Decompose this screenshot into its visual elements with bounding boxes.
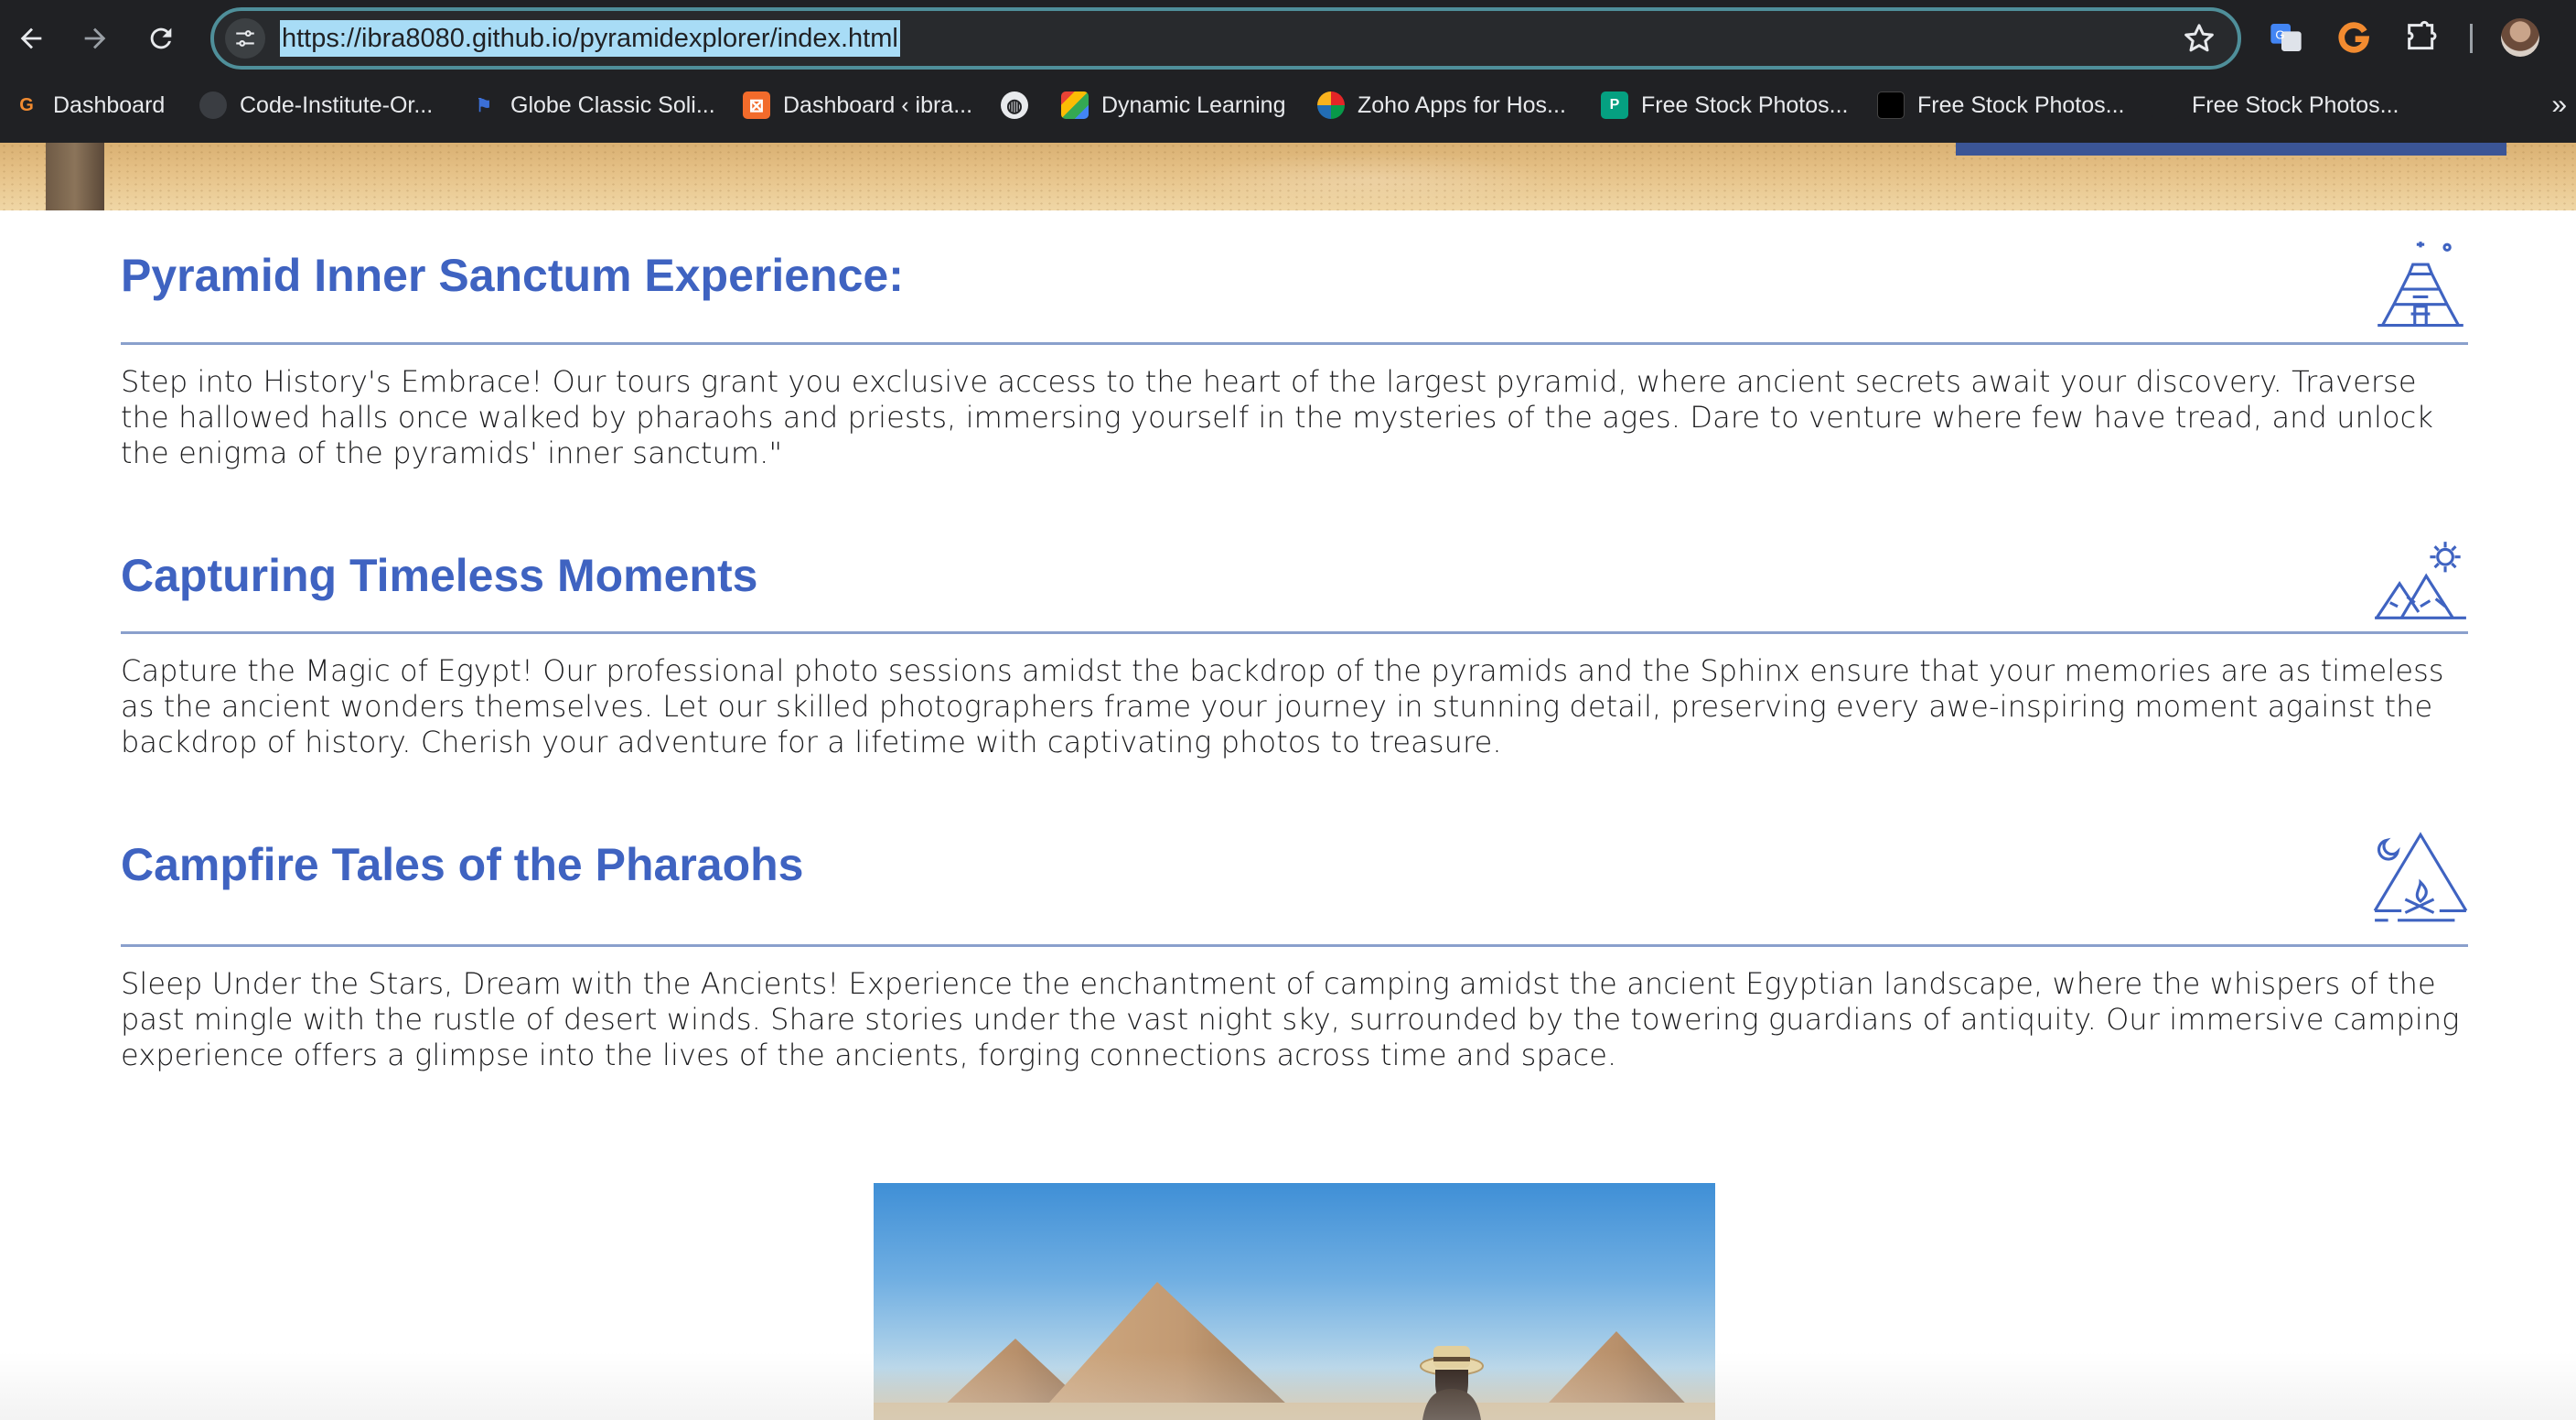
flag-icon: ⚑ xyxy=(476,95,492,116)
bookmark-item[interactable]: Code-Institute-Or... xyxy=(199,81,433,130)
bookmarks-bar: G Dashboard Code-Institute-Or... ⚑ Globe Cla… xyxy=(0,81,2576,130)
tent-campfire-icon xyxy=(2373,829,2468,924)
bookmark-item[interactable]: ⊠ Dashboard ‹ ibra... xyxy=(743,81,972,130)
pyramids-photo-art xyxy=(874,1282,1715,1420)
translate-icon: G xyxy=(2270,24,2302,51)
bookmark-label: Dashboard ‹ ibra... xyxy=(783,91,973,118)
arrow-left-icon xyxy=(20,27,42,49)
g-logo-icon xyxy=(2338,22,2370,53)
hero-button-edge[interactable] xyxy=(1956,143,2506,156)
reload-icon xyxy=(150,27,172,49)
bookmark-label: Dynamic Learning xyxy=(1101,91,1286,118)
section-body: Sleep Under the Stars, Dream with the An… xyxy=(121,966,2460,1072)
bookmarks-overflow-button[interactable]: » xyxy=(2551,81,2567,130)
pyramids-sun-icon xyxy=(2373,540,2468,635)
github-icon xyxy=(199,91,227,119)
service-section-inner-sanctum: Pyramid Inner Sanctum Experience: Step i… xyxy=(121,240,2468,485)
reload-button[interactable] xyxy=(135,13,187,64)
puzzle-icon xyxy=(2408,20,2437,50)
globe-icon: ◍ xyxy=(1001,91,1028,119)
pyramids-photo xyxy=(874,1183,1715,1420)
profile-avatar[interactable] xyxy=(2501,18,2539,57)
bookmark-item[interactable]: Dynamic Learning xyxy=(1061,81,1286,130)
step-pyramid-icon xyxy=(2373,240,2468,335)
forward-button[interactable] xyxy=(70,13,121,64)
service-section-camping: Campfire Tales of the Pharaohs Sleep Und… xyxy=(121,829,2468,1085)
grammarly-extension-button[interactable] xyxy=(2333,16,2375,59)
address-bar[interactable]: https://ibra8080.github.io/pyramidexplor… xyxy=(210,7,2241,70)
section-title: Capturing Timeless Moments xyxy=(121,550,758,601)
svg-text:G: G xyxy=(2275,28,2284,42)
bookmark-label: Free Stock Photos... xyxy=(1917,91,2125,118)
bookmark-label: Dashboard xyxy=(53,91,166,118)
tune-icon xyxy=(236,30,254,47)
translate-extension-button[interactable]: G xyxy=(2265,16,2307,59)
service-section-photo-sessions: Capturing Timeless Moments Capture the M… xyxy=(121,540,2468,769)
section-divider xyxy=(121,342,2468,345)
bookmark-label: Globe Classic Soli... xyxy=(510,91,715,118)
site-info-button[interactable] xyxy=(225,18,265,59)
browser-chrome: https://ibra8080.github.io/pyramidexplor… xyxy=(0,0,2576,143)
section-divider xyxy=(121,944,2468,947)
arrow-right-icon xyxy=(84,27,106,49)
bookmark-item[interactable]: ⚑ Globe Classic Soli... xyxy=(470,81,715,130)
bookmark-item[interactable]: G Dashboard xyxy=(13,81,165,130)
section-body: Capture the Magic of Egypt! Our professi… xyxy=(121,653,2444,759)
bookmark-item[interactable]: Free Stock Photos... xyxy=(1877,81,2125,130)
section-title: Campfire Tales of the Pharaohs xyxy=(121,839,804,890)
zoho-icon xyxy=(1317,91,1345,119)
toolbar-divider xyxy=(2470,24,2473,53)
g-logo-icon: G xyxy=(19,94,34,115)
hero-image-strip xyxy=(0,143,2576,210)
url-text[interactable]: https://ibra8080.github.io/pyramidexplor… xyxy=(280,20,900,57)
pexels-icon: P xyxy=(1601,91,1628,119)
extensions-button[interactable] xyxy=(2400,16,2442,59)
bookmark-label: Free Stock Photos... xyxy=(1641,91,1849,118)
bookmark-label: Code-Institute-Or... xyxy=(240,91,434,118)
bookmark-label: Free Stock Photos... xyxy=(2192,91,2399,118)
bookmark-item[interactable]: Free Stock Photos... xyxy=(2152,81,2399,130)
dots-icon xyxy=(1061,91,1089,119)
bookmark-star-icon[interactable] xyxy=(2181,20,2217,57)
section-divider xyxy=(121,631,2468,634)
bookmark-label: Zoho Apps for Hos... xyxy=(1358,91,1566,118)
bookmark-item[interactable]: P Free Stock Photos... xyxy=(1601,81,1849,130)
bookmark-item[interactable]: Zoho Apps for Hos... xyxy=(1317,81,1566,130)
bookmark-item[interactable]: ◍ xyxy=(1001,81,1028,130)
section-body: Step into History's Embrace! Our tours g… xyxy=(121,364,2434,470)
blank-icon xyxy=(2152,91,2179,119)
section-title: Pyramid Inner Sanctum Experience: xyxy=(121,250,904,301)
wooden-post xyxy=(46,143,104,210)
back-button[interactable] xyxy=(5,13,57,64)
unsplash-icon xyxy=(1877,91,1905,119)
xampp-icon: ⊠ xyxy=(743,91,770,119)
